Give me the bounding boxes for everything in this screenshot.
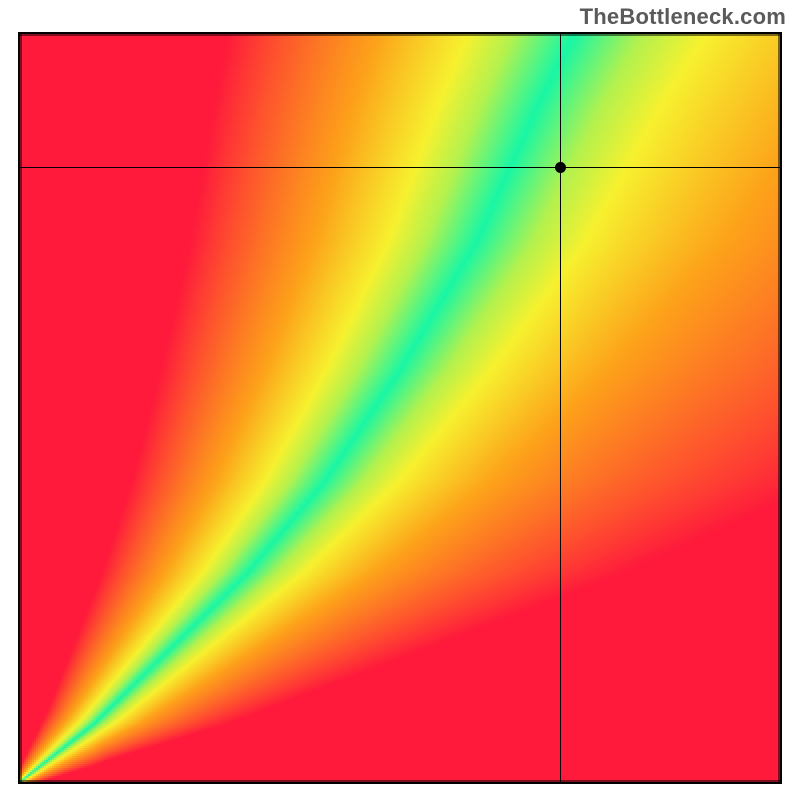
- heatmap-plot: [18, 32, 782, 784]
- chart-frame: TheBottleneck.com: [0, 0, 800, 800]
- crosshair-horizontal: [18, 167, 782, 168]
- heatmap-canvas: [18, 32, 782, 784]
- marker-dot: [555, 162, 566, 173]
- crosshair-vertical: [560, 32, 561, 784]
- watermark-text: TheBottleneck.com: [580, 4, 786, 30]
